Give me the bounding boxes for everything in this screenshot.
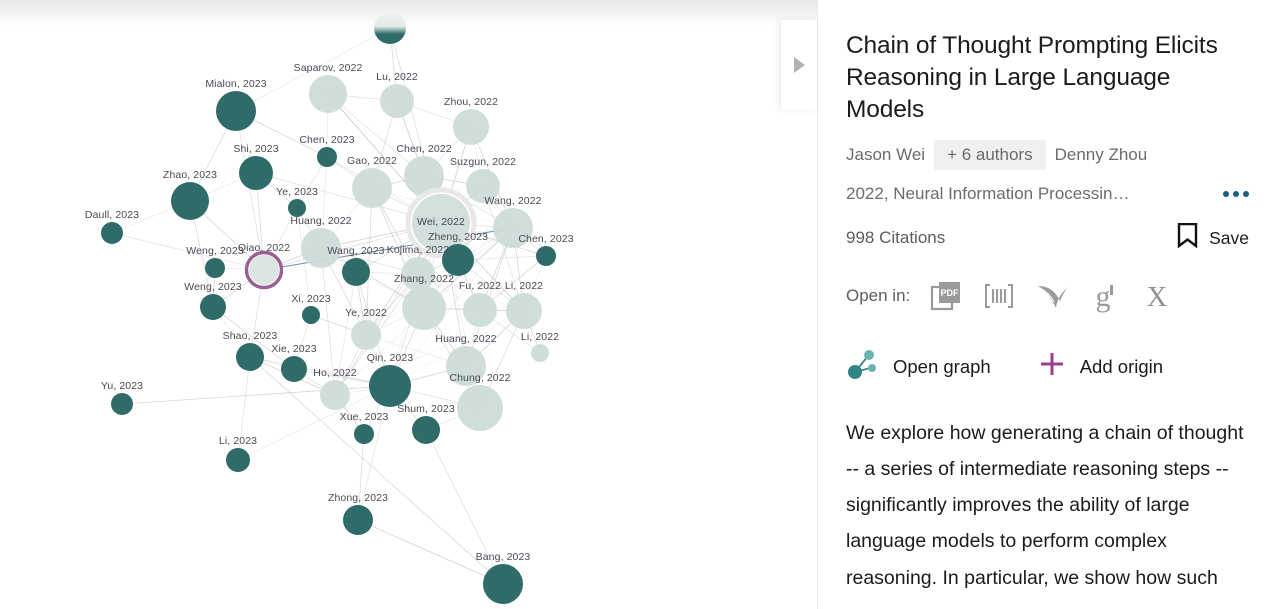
add-origin-button[interactable]: Add origin [1037,349,1163,384]
plus-icon [1037,349,1067,384]
graph-node[interactable] [317,147,337,167]
semantic-reader-app: Saparov, 2022 Lu, 2022 Mialon, 2023 Zhou, 2… [0,0,1283,609]
graph-node[interactable] [446,346,486,386]
graph-node[interactable] [309,75,347,113]
google-scholar-icon[interactable]: g [1090,279,1122,313]
graph-node[interactable] [412,416,440,444]
graph-edge [111,232,265,271]
graph-edge [425,429,504,585]
graph-nodes-icon [846,347,880,386]
citations-count[interactable]: 998 Citations [846,228,945,248]
graph-node[interactable] [288,199,306,217]
graph-node[interactable] [374,12,406,44]
graph-edge [237,385,391,461]
author-first[interactable]: Jason Wei [846,145,925,165]
paper-abstract: We explore how generating a chain of tho… [846,422,1244,589]
venue-year: 2022, Neural Information Processin… [846,184,1130,204]
graph-node[interactable] [216,91,256,131]
graph-node[interactable] [536,246,556,266]
semantic-scholar-icon[interactable] [1035,279,1071,313]
graph-node[interactable] [171,182,209,220]
graph-node[interactable] [200,294,226,320]
open-in-row: Open in: PDF g X [846,279,1249,313]
citations-row: 998 Citations Save [846,223,1249,253]
graph-node[interactable] [483,564,523,604]
author-list: Jason Wei + 6 authors Denny Zhou [846,140,1249,171]
graph-node[interactable] [401,257,435,291]
graph-node[interactable] [380,84,414,118]
graph-node[interactable] [111,393,133,415]
add-origin-label: Add origin [1079,355,1164,377]
graph-node[interactable] [463,293,497,327]
graph-node[interactable] [457,385,503,431]
graph-node[interactable] [506,293,542,329]
graph-node[interactable] [302,306,320,324]
svg-text:g: g [1096,280,1111,313]
dot-2 [1233,191,1239,198]
graph-node[interactable] [239,156,273,190]
open-graph-button[interactable]: Open graph [846,347,991,386]
graph-node[interactable] [342,258,370,286]
graph-node[interactable] [205,258,225,278]
graph-node[interactable] [236,343,264,371]
graph-node[interactable] [493,208,533,248]
more-authors-button[interactable]: + 6 authors [934,140,1046,171]
graph-node[interactable] [466,169,500,203]
action-row: Open graph Add origin [846,347,1249,386]
venue-row: 2022, Neural Information Processin… [846,184,1249,204]
graph-node[interactable] [301,228,341,268]
graph-node[interactable] [369,365,411,407]
graph-nodes [101,12,556,604]
graph-node[interactable] [226,448,250,472]
bookmark-icon [1177,223,1198,253]
pdf-icon[interactable]: PDF [929,279,963,313]
open-graph-label: Open graph [893,355,991,377]
paper-detail-panel: Chain of Thought Prompting Elicits Reaso… [817,0,1283,609]
author-last[interactable]: Denny Zhou [1055,145,1148,165]
dot-3 [1243,191,1249,198]
graph-edge [357,519,504,585]
arxiv-icon[interactable] [982,279,1016,313]
graph-node[interactable] [101,222,123,244]
graph-node[interactable] [352,168,392,208]
save-button[interactable]: Save [1177,223,1249,253]
graph-node[interactable] [320,380,350,410]
x-icon[interactable]: X [1141,279,1173,313]
graph-node[interactable] [442,244,474,276]
dot-1 [1223,191,1229,198]
panel-collapse-button[interactable] [781,20,817,110]
graph-edge [235,110,265,271]
paper-title[interactable]: Chain of Thought Prompting Elicits Reaso… [846,30,1249,126]
graph-node[interactable] [249,255,279,285]
svg-text:X: X [1147,282,1167,313]
graph-node[interactable] [531,344,549,362]
citation-graph-canvas[interactable]: Saparov, 2022 Lu, 2022 Mialon, 2023 Zhou, 2… [0,0,817,609]
save-label: Save [1209,227,1249,248]
graph-node[interactable] [453,109,489,145]
graph-edge [249,356,391,387]
graph-node[interactable] [351,320,381,350]
graph-node[interactable] [412,194,470,252]
more-options-button[interactable] [1213,191,1249,198]
graph-node[interactable] [354,424,374,444]
chevron-right-icon [793,57,805,73]
graph-svg [101,12,556,604]
svg-text:PDF: PDF [941,288,960,298]
open-in-label: Open in: [846,286,911,306]
graph-node[interactable] [281,356,307,382]
graph-node[interactable] [402,286,446,330]
graph-node[interactable] [343,505,373,535]
graph-edge [237,356,251,461]
